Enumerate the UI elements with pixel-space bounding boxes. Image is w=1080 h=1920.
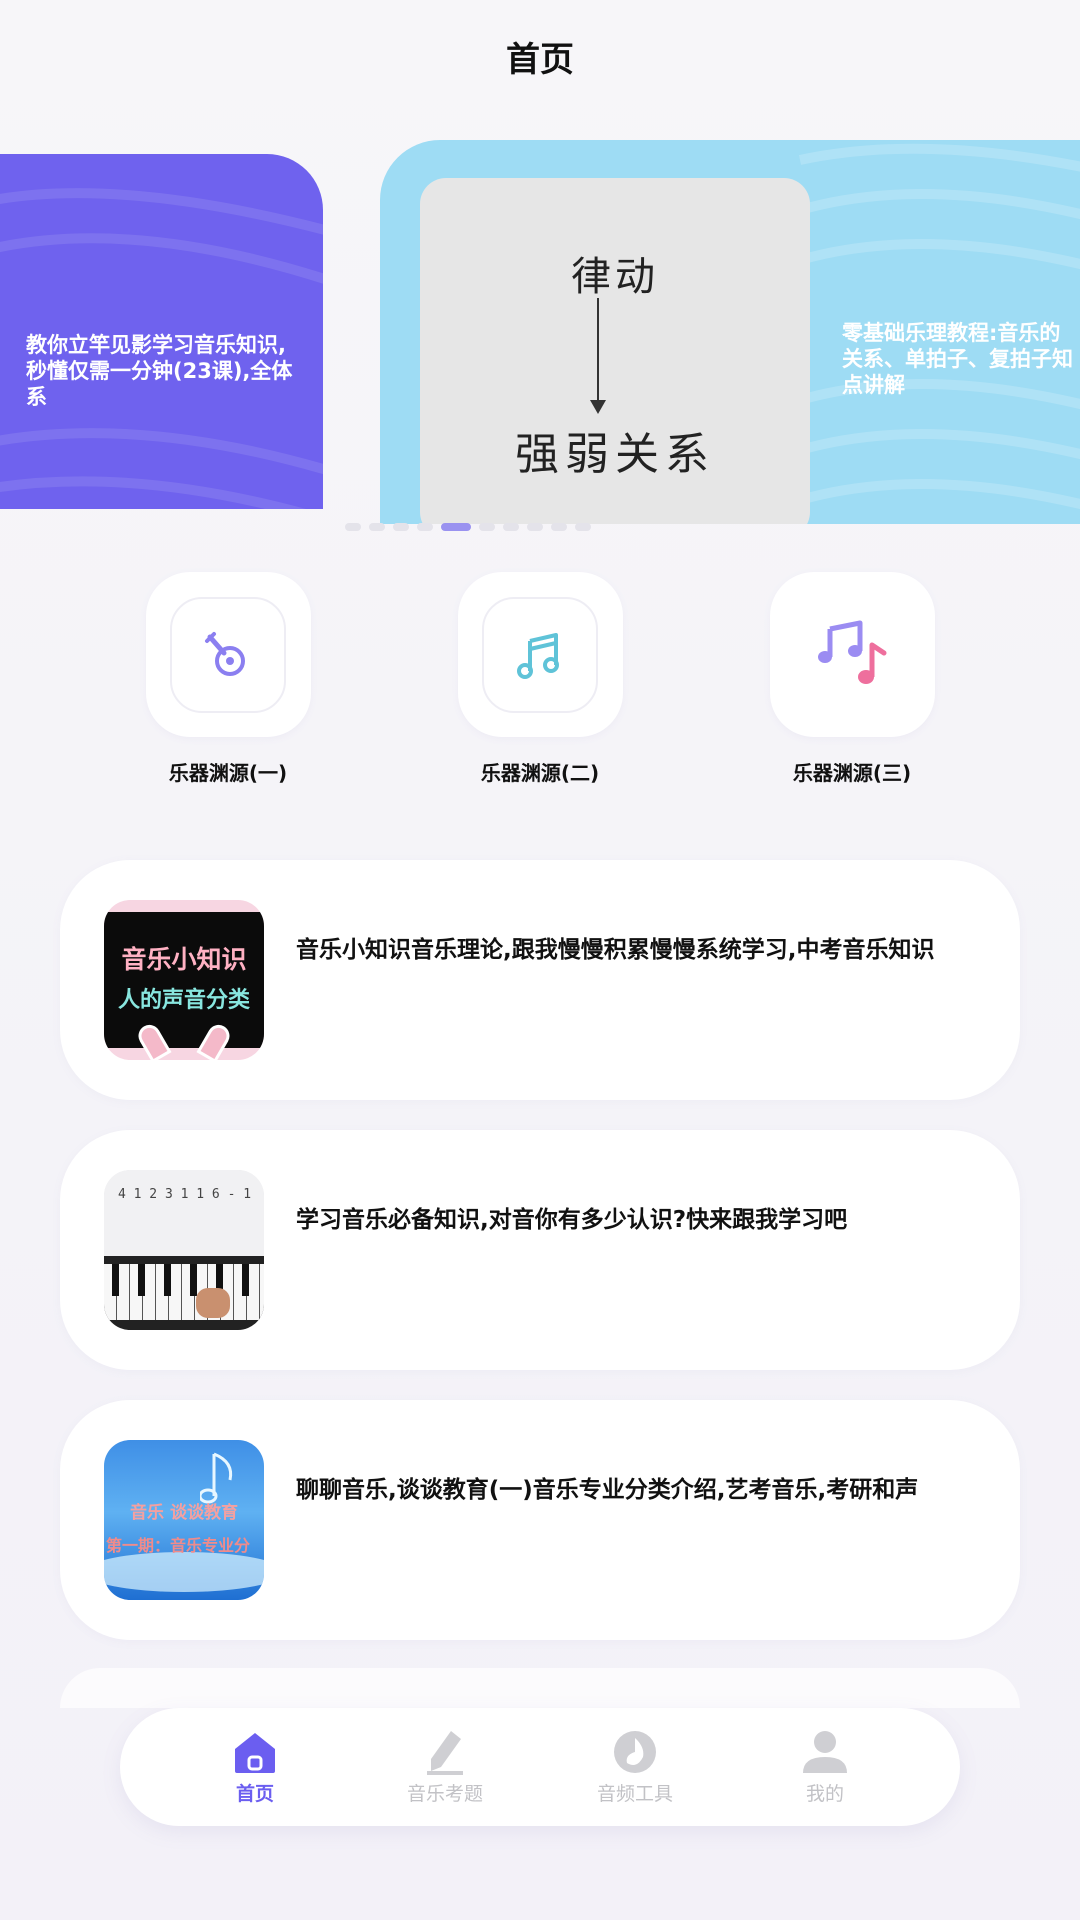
guitar-icon <box>205 631 245 676</box>
pagination-dot[interactable] <box>479 523 495 531</box>
pagination-dot[interactable] <box>417 523 433 531</box>
category-instrument-origin-3[interactable]: 乐器渊源(三) <box>752 572 952 786</box>
list-item[interactable]: 4 1 2 3 1 1 6 - 1 学习音乐必备知识,对音你有多少认识?快来跟我… <box>60 1130 1020 1370</box>
pagination-dot[interactable] <box>369 523 385 531</box>
pagination-dot[interactable] <box>575 523 591 531</box>
tab-label: 音频工具 <box>596 1782 673 1805</box>
category-instrument-origin-1[interactable]: 乐器渊源(一) <box>128 572 328 786</box>
down-arrow-head <box>590 400 606 414</box>
list-item-title: 学习音乐必备知识,对音你有多少认识?快来跟我学习吧 <box>296 1207 848 1233</box>
banner-caption-line: 零基础乐理教程:音乐的 <box>842 321 1061 345</box>
banner-caption: 教你立竿见影学习音乐知识,秒懂仅需一分钟(23课),全体系 <box>26 333 293 409</box>
category-tile[interactable] <box>457 572 623 737</box>
carousel-pagination <box>345 522 591 532</box>
category-row: 乐器渊源(一) 乐器渊源(二) 乐器渊源(三) <box>0 572 1080 792</box>
banner-card-previous[interactable]: 教你立竿见影学习音乐知识,秒懂仅需一分钟(23课),全体系 <box>0 154 323 509</box>
list-item-title: 聊聊音乐,谈谈教育(一)音乐专业分类介绍,艺考音乐,考研和声 <box>296 1477 919 1503</box>
banner-thumbnail: 律动 强弱关系 <box>420 178 810 524</box>
category-label: 乐器渊源(二) <box>480 761 600 785</box>
down-arrow <box>597 298 599 408</box>
list-item[interactable]: 音乐小知识 人的声音分类 音乐小知识音乐理论,跟我慢慢积累慢慢系统学习,中考音乐… <box>60 860 1020 1100</box>
tab-label: 我的 <box>805 1782 844 1805</box>
tab-home[interactable]: 首页 <box>180 1729 330 1806</box>
tab-label: 音乐考题 <box>406 1782 483 1805</box>
pagination-dot[interactable] <box>345 523 361 531</box>
category-label: 乐器渊源(一) <box>168 761 288 785</box>
bottom-tab-bar: 首页 音乐考题 音频工具 我的 <box>120 1708 960 1826</box>
pagination-dot[interactable] <box>393 523 409 531</box>
hand-image <box>196 1288 230 1318</box>
pagination-dot[interactable] <box>527 523 543 531</box>
list-item-title: 音乐小知识音乐理论,跟我慢慢积累慢慢系统学习,中考音乐知识 <box>296 937 935 963</box>
list-item-partial <box>60 1668 1020 1708</box>
category-tile[interactable] <box>769 572 935 737</box>
home-icon <box>235 1732 275 1773</box>
banner-card-current[interactable]: 律动 强弱关系 零基础乐理教程:音乐的 关系、单拍子、复拍子知 点讲解 <box>380 140 1080 524</box>
cover-text: 音乐小知识 <box>121 945 247 974</box>
tab-audio-tools[interactable]: 音频工具 <box>560 1729 710 1806</box>
pagination-dot-active[interactable] <box>441 523 471 531</box>
category-instrument-origin-2[interactable]: 乐器渊源(二) <box>440 572 640 786</box>
pagination-dot[interactable] <box>551 523 567 531</box>
cover-text: 音乐 谈谈教育 <box>130 1503 238 1523</box>
category-tile[interactable] <box>145 572 311 737</box>
cover-text: 4 1 2 3 1 1 6 - 1 <box>118 1187 252 1202</box>
tab-mine[interactable]: 我的 <box>750 1729 900 1806</box>
user-icon <box>803 1730 847 1773</box>
header: 首页 <box>0 0 1080 112</box>
tab-label: 首页 <box>235 1782 274 1805</box>
list-item-cover: 音乐 谈谈教育 第一期：音乐专业分 <box>104 1440 264 1600</box>
page-title: 首页 <box>506 39 574 80</box>
thumbnail-text-top: 律动 <box>571 254 659 300</box>
list-item-cover: 音乐小知识 人的声音分类 <box>104 900 264 1060</box>
category-label: 乐器渊源(三) <box>792 761 912 785</box>
banner-caption-line: 关系、单拍子、复拍子知 <box>842 347 1073 371</box>
cover-text: 人的声音分类 <box>117 988 250 1013</box>
music-notes-icon <box>818 620 887 684</box>
list-item[interactable]: 音乐 谈谈教育 第一期：音乐专业分 聊聊音乐,谈谈教育(一)音乐专业分类介绍,艺… <box>60 1400 1020 1640</box>
banner-caption: 零基础乐理教程:音乐的 关系、单拍子、复拍子知 点讲解 <box>842 320 1080 398</box>
banner-carousel[interactable]: 教你立竿见影学习音乐知识,秒懂仅需一分钟(23课),全体系 律动 强弱关系 零基… <box>0 140 1080 540</box>
pagination-dot[interactable] <box>503 523 519 531</box>
list-item-cover: 4 1 2 3 1 1 6 - 1 <box>104 1170 264 1330</box>
disc-icon <box>614 1730 656 1773</box>
thumbnail-text-bottom: 强弱关系 <box>515 429 715 480</box>
music-note-icon <box>517 632 559 679</box>
pencil-icon <box>427 1730 463 1775</box>
tab-music-exam[interactable]: 音乐考题 <box>370 1729 520 1806</box>
banner-caption-line: 点讲解 <box>842 373 905 397</box>
cover-text: 第一期：音乐专业分 <box>106 1536 251 1555</box>
